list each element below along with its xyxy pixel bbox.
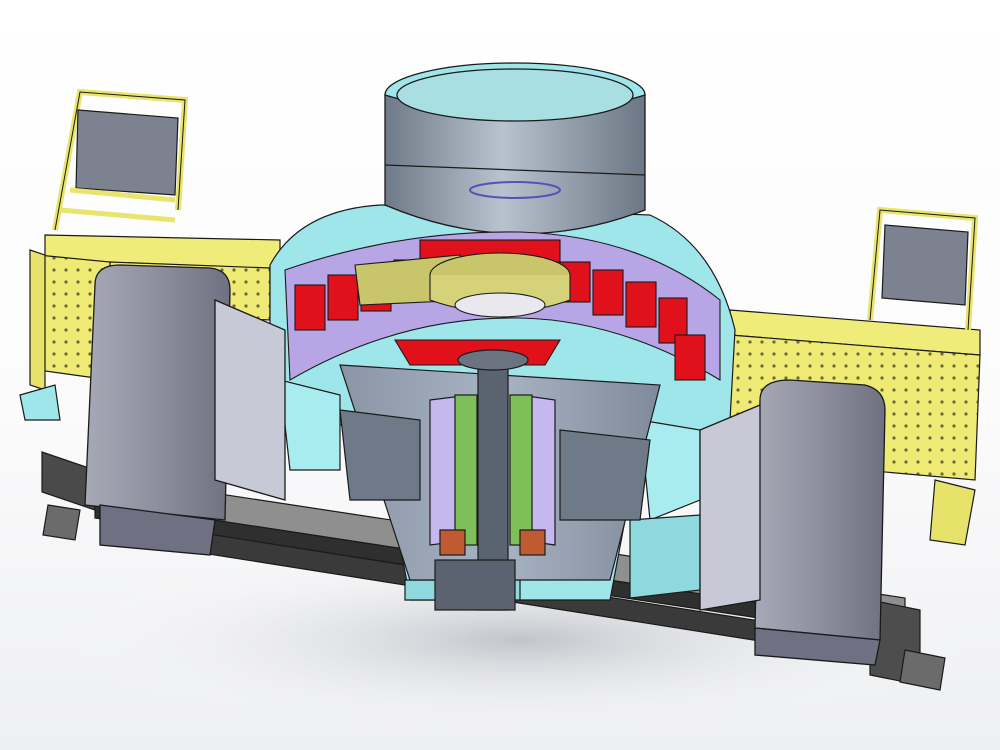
crusher-section-render [19, 62, 990, 735]
feed-hopper [384, 62, 646, 235]
cad-viewport[interactable] [0, 0, 1000, 750]
